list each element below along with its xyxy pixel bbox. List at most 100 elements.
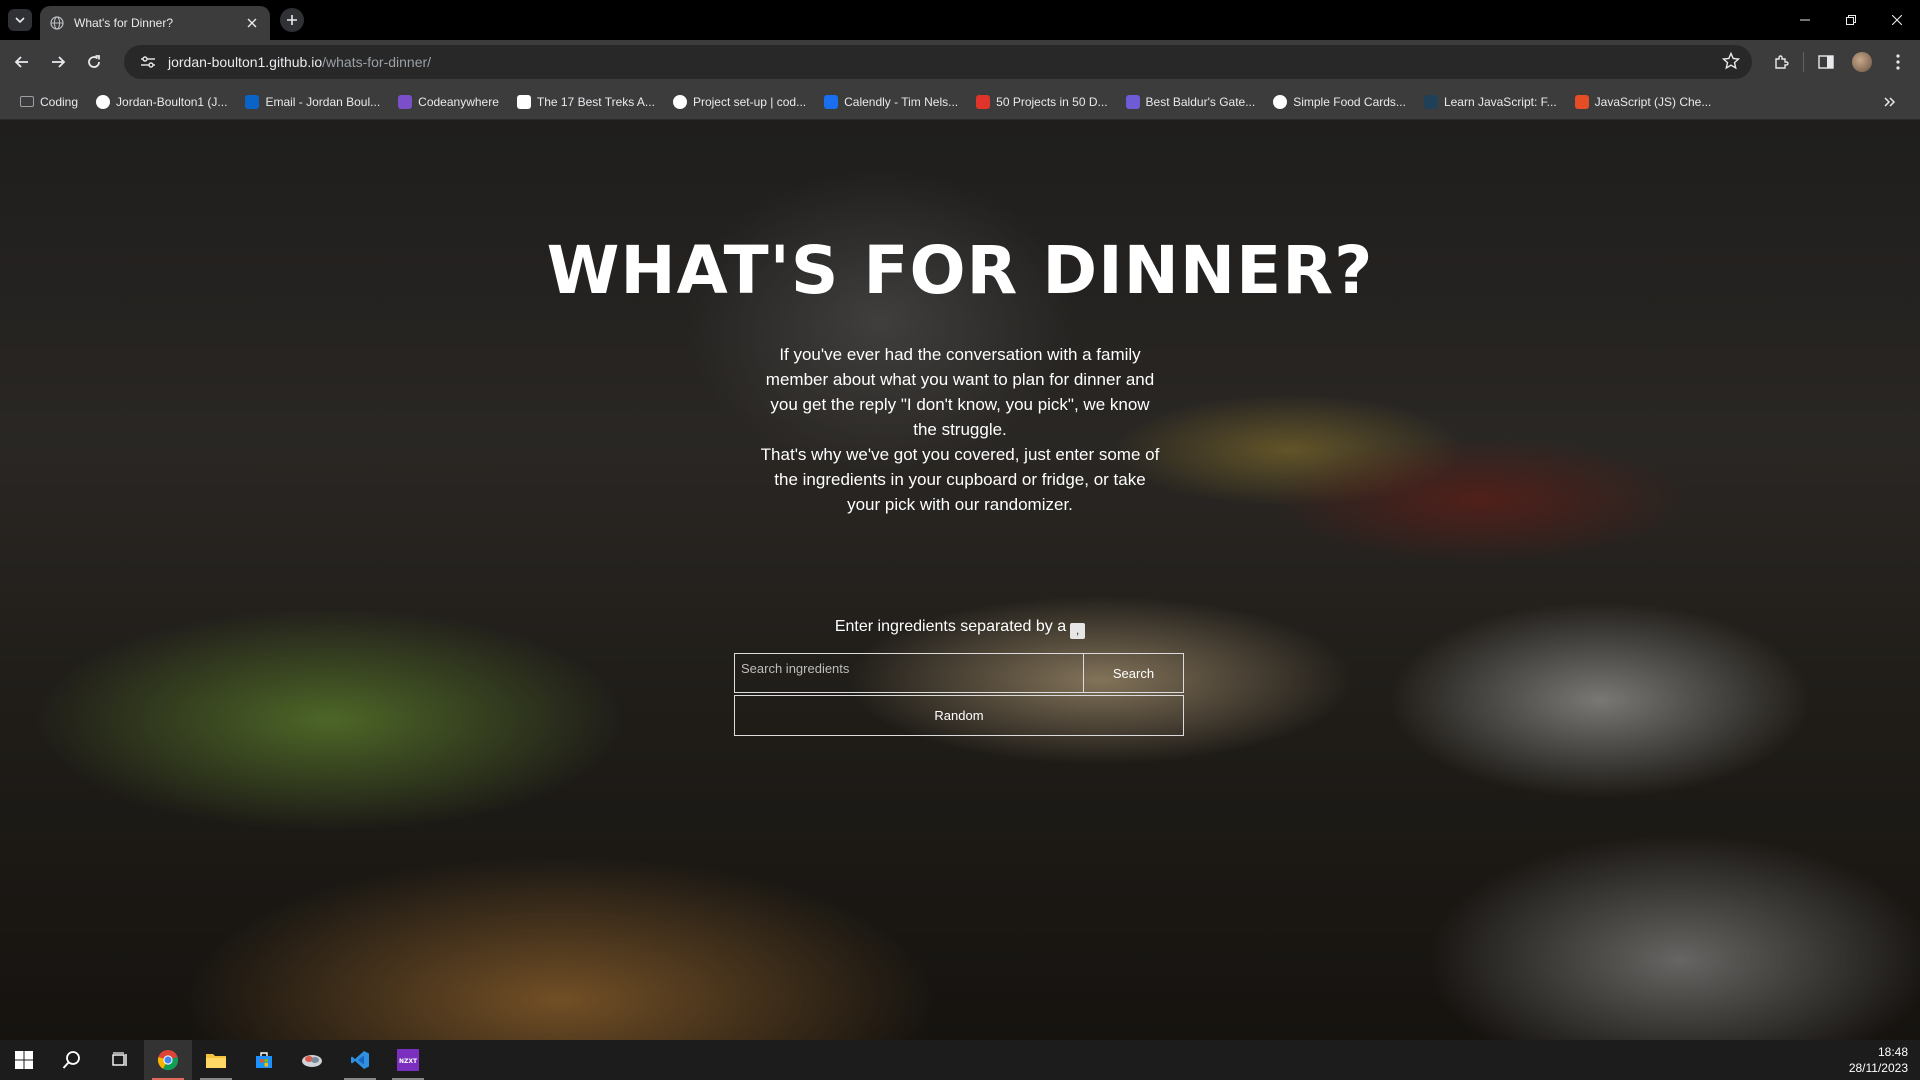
bookmark-item[interactable]: Jordan-Boulton1 (J... xyxy=(88,88,235,116)
search-input[interactable] xyxy=(734,653,1084,693)
comma-key-badge: , xyxy=(1070,623,1086,639)
page-icon xyxy=(516,94,531,109)
reload-icon xyxy=(88,55,100,68)
bookmark-item[interactable]: Email - Jordan Boul... xyxy=(237,88,388,116)
system-clock[interactable]: 18:48 28/11/2023 xyxy=(1849,1044,1908,1076)
udemy-icon xyxy=(976,94,991,109)
page-title: WHAT'S FOR DINNER? xyxy=(546,232,1374,309)
bookmark-label: Jordan-Boulton1 (J... xyxy=(116,94,228,109)
bookmark-item[interactable]: Project set-up | cod... xyxy=(665,88,814,116)
bookmark-label: JavaScript (JS) Che... xyxy=(1594,94,1712,109)
menu-icon[interactable] xyxy=(1880,44,1916,80)
bookmark-item[interactable]: Learn JavaScript: F... xyxy=(1416,88,1565,116)
intro-paragraph: If you've ever had the conversation with… xyxy=(765,345,1155,439)
bookmark-label: Email - Jordan Boul... xyxy=(265,94,381,109)
minimize-button[interactable] xyxy=(1782,0,1828,40)
page-viewport: WHAT'S FOR DINNER? If you've ever had th… xyxy=(0,120,1920,1040)
svg-text:NZXT: NZXT xyxy=(399,1058,418,1065)
globe-icon xyxy=(672,94,687,109)
bookmark-item[interactable]: Calendly - Tim Nels... xyxy=(816,88,966,116)
intro-paragraph: That's why we've got you covered, just e… xyxy=(760,445,1160,514)
codepen-icon xyxy=(1273,94,1288,109)
html-icon xyxy=(1574,94,1589,109)
tab-search-button[interactable] xyxy=(8,9,32,31)
outlook-icon xyxy=(245,94,260,109)
codecademy-icon xyxy=(1423,94,1438,109)
reload-button[interactable] xyxy=(76,44,112,80)
bookmark-item[interactable]: 50 Projects in 50 D... xyxy=(968,88,1115,116)
chrome-icon xyxy=(157,1050,179,1071)
bookmark-item[interactable]: Best Baldur's Gate... xyxy=(1118,88,1264,116)
random-button[interactable]: Random xyxy=(734,695,1184,736)
search-form: Search xyxy=(734,653,1184,693)
arrow-left-icon xyxy=(14,56,28,68)
toolbar-divider xyxy=(1803,52,1804,72)
restore-button[interactable] xyxy=(1828,0,1874,40)
bookmark-label: Calendly - Tim Nels... xyxy=(844,94,959,109)
bookmarks-bar: Coding Jordan-Boulton1 (J... Email - Jorda… xyxy=(0,84,1920,120)
file-explorer-icon xyxy=(206,1054,226,1068)
cloud-app-icon xyxy=(302,1055,322,1067)
bookmark-item[interactable]: The 17 Best Treks A... xyxy=(509,88,663,116)
back-button[interactable] xyxy=(4,44,40,80)
restore-icon xyxy=(1846,15,1856,25)
taskbar-chrome[interactable] xyxy=(144,1040,192,1080)
taskbar-search-button[interactable] xyxy=(48,1040,96,1080)
folder-icon xyxy=(20,96,34,107)
bookmark-label: 50 Projects in 50 D... xyxy=(996,94,1108,109)
taskbar-store[interactable] xyxy=(240,1040,288,1080)
url-path: /whats-for-dinner/ xyxy=(322,54,432,70)
taskbar-file-explorer[interactable] xyxy=(192,1040,240,1080)
close-icon xyxy=(1892,15,1902,25)
profile-avatar[interactable] xyxy=(1844,44,1880,80)
bookmark-label: Codeanywhere xyxy=(418,94,499,109)
forward-button[interactable] xyxy=(40,44,76,80)
taskbar-cloud-app[interactable] xyxy=(288,1040,336,1080)
ingredients-label: Enter ingredients separated by a, xyxy=(0,618,1920,639)
start-button[interactable] xyxy=(0,1040,48,1080)
bookmark-item[interactable]: Codeanywhere xyxy=(390,88,507,116)
chevron-down-icon xyxy=(15,17,25,24)
tab-title: What's for Dinner? xyxy=(74,16,173,30)
extensions-icon[interactable] xyxy=(1763,44,1799,80)
globe-icon xyxy=(50,16,64,30)
side-panel-icon[interactable] xyxy=(1808,44,1844,80)
tab-strip: What's for Dinner? xyxy=(0,0,1920,40)
vscode-icon xyxy=(351,1051,369,1069)
active-tab[interactable]: What's for Dinner? xyxy=(40,6,270,40)
codeanywhere-icon xyxy=(398,94,413,109)
url-host: jordan-boulton1.github.io xyxy=(168,54,323,70)
bookmark-label: Best Baldur's Gate... xyxy=(1145,94,1256,109)
store-icon xyxy=(256,1052,272,1068)
calendly-icon xyxy=(824,94,839,109)
bookmark-item[interactable]: Simple Food Cards... xyxy=(1265,88,1414,116)
start-icon xyxy=(15,1051,33,1069)
bookmark-item[interactable]: Coding xyxy=(12,88,86,116)
window-controls xyxy=(1782,0,1920,40)
bookmark-label: Coding xyxy=(40,94,79,109)
bookmark-star-icon[interactable] xyxy=(1722,52,1742,72)
new-tab-button[interactable] xyxy=(280,8,304,32)
search-icon xyxy=(62,1051,80,1069)
taskbar-vscode[interactable] xyxy=(336,1040,384,1080)
taskbar: NZXT 18:48 28/11/2023 xyxy=(0,1040,1920,1080)
close-window-button[interactable] xyxy=(1874,0,1920,40)
bookmark-icon xyxy=(1125,94,1140,109)
avatar xyxy=(1852,52,1872,72)
minimize-icon xyxy=(1800,19,1810,21)
bookmark-item[interactable]: JavaScript (JS) Che... xyxy=(1567,88,1720,116)
clock-time: 18:48 xyxy=(1877,1045,1908,1059)
address-bar[interactable]: jordan-boulton1.github.io/whats-for-dinn… xyxy=(124,45,1752,79)
site-info-icon[interactable] xyxy=(138,52,158,72)
taskbar-nzxt[interactable]: NZXT xyxy=(384,1040,432,1080)
close-tab-icon[interactable] xyxy=(244,15,260,31)
task-view-icon xyxy=(112,1052,127,1066)
arrow-right-icon xyxy=(52,56,66,68)
more-bookmarks-icon[interactable] xyxy=(1880,92,1900,112)
search-button[interactable]: Search xyxy=(1084,653,1184,693)
task-view-button[interactable] xyxy=(96,1040,144,1080)
bookmark-label: Simple Food Cards... xyxy=(1293,94,1406,109)
hero-section: WHAT'S FOR DINNER? If you've ever had th… xyxy=(0,120,1920,1040)
bookmark-label: Project set-up | cod... xyxy=(692,94,807,109)
browser-toolbar: jordan-boulton1.github.io/whats-for-dinn… xyxy=(0,40,1920,84)
